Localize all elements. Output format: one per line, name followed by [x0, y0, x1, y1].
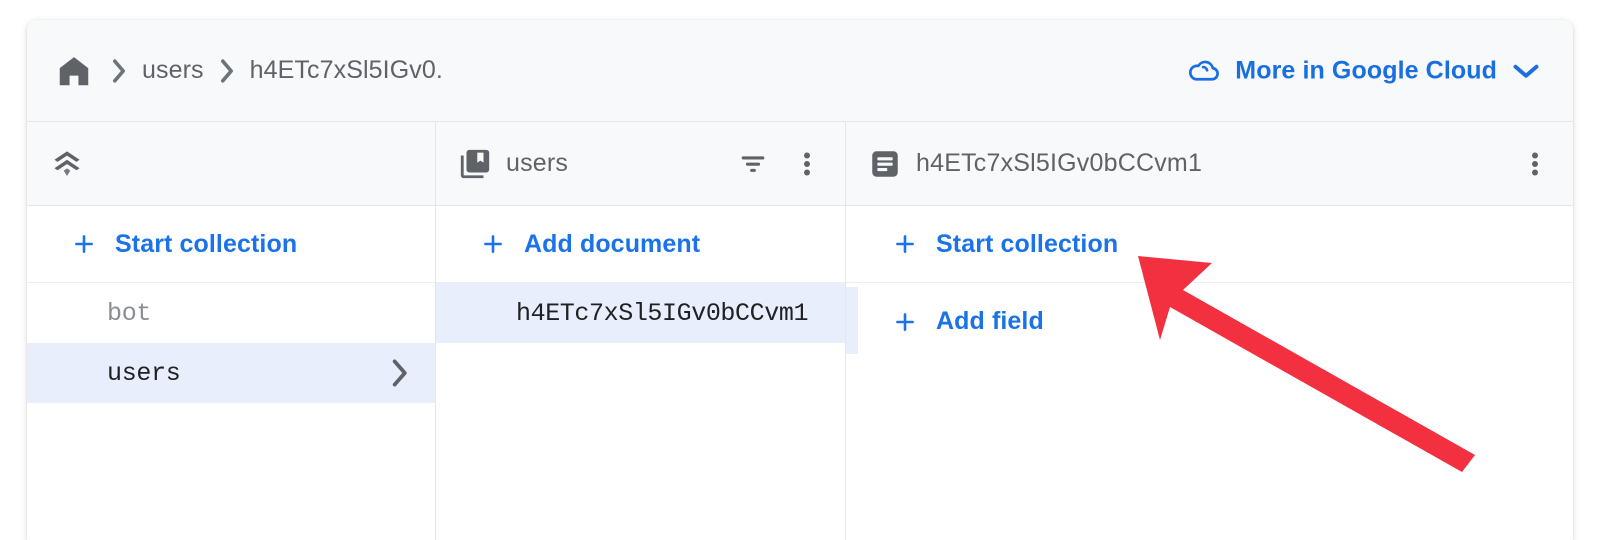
panel-collection-header: users	[436, 122, 845, 206]
plus-icon	[892, 231, 918, 257]
panel-document-title: h4ETc7xSl5IGv0bCCvm1	[916, 149, 1203, 177]
plus-icon	[71, 231, 97, 257]
start-collection-label-doc: Start collection	[936, 229, 1119, 258]
panel-document-body: Start collection Add field	[846, 206, 1573, 540]
filter-icon[interactable]	[733, 144, 773, 184]
breadcrumb-separator-2	[204, 49, 250, 93]
add-document-label: Add document	[524, 229, 701, 258]
add-field-label: Add field	[936, 307, 1044, 335]
chevron-right-icon	[387, 357, 411, 389]
data-card: users h4ETc7xSl5IGv0. More in Google Clo…	[27, 20, 1573, 540]
panel-database-header	[27, 122, 435, 206]
more-in-google-cloud-button[interactable]: More in Google Cloud	[1179, 50, 1549, 91]
chevron-down-icon[interactable]	[1511, 61, 1541, 81]
firestore-double-chevron-icon	[49, 146, 85, 182]
plus-icon	[892, 309, 918, 335]
more-in-google-cloud-label: More in Google Cloud	[1235, 56, 1497, 84]
document-list-item[interactable]: h4ETc7xSl5IGv0bCCvm1	[436, 283, 845, 343]
collection-list-item-bot[interactable]: bot	[27, 283, 435, 343]
more-vert-icon-document[interactable]	[1515, 144, 1555, 184]
plus-icon	[480, 231, 506, 257]
selected-field-marker	[846, 287, 858, 354]
panel-collection-body: Add document h4ETc7xSl5IGv0bCCvm1	[436, 206, 845, 540]
breadcrumb-separator-1	[96, 49, 142, 93]
breadcrumb-item-document[interactable]: h4ETc7xSl5IGv0.	[250, 56, 443, 85]
breadcrumb-bar: users h4ETc7xSl5IGv0. More in Google Clo…	[27, 20, 1573, 122]
panel-database-body: Start collection bot users	[27, 206, 435, 540]
start-collection-label-db: Start collection	[115, 229, 298, 258]
home-icon[interactable]	[52, 49, 96, 93]
firestore-data-browser: users h4ETc7xSl5IGv0. More in Google Clo…	[0, 0, 1600, 540]
panel-document-header: h4ETc7xSl5IGv0bCCvm1	[846, 122, 1573, 206]
more-vert-icon-collection[interactable]	[787, 144, 827, 184]
cloud-icon	[1187, 58, 1221, 84]
start-collection-button-db[interactable]: Start collection	[27, 206, 435, 283]
panel-document: h4ETc7xSl5IGv0bCCvm1 Start collection Ad…	[846, 122, 1573, 540]
collection-name: bot	[107, 298, 152, 328]
panel-collection: users Add document h4ETc7xSl5IGv0bCCvm1	[436, 122, 846, 540]
breadcrumb-item-users[interactable]: users	[142, 56, 204, 85]
collections-bookmark-icon	[458, 147, 492, 181]
collection-list-item-users[interactable]: users	[27, 343, 435, 403]
document-id: h4ETc7xSl5IGv0bCCvm1	[516, 298, 809, 328]
start-collection-button-doc[interactable]: Start collection	[846, 206, 1573, 283]
breadcrumb: users h4ETc7xSl5IGv0.	[52, 49, 443, 93]
collection-name: users	[107, 358, 181, 388]
add-document-button[interactable]: Add document	[436, 206, 845, 283]
add-field-button[interactable]: Add field	[846, 283, 1573, 360]
document-icon	[868, 147, 902, 181]
panel-database: Start collection bot users	[27, 122, 436, 540]
panel-collection-title: users	[506, 149, 569, 177]
panel-columns: Start collection bot users users Add doc…	[27, 122, 1573, 540]
